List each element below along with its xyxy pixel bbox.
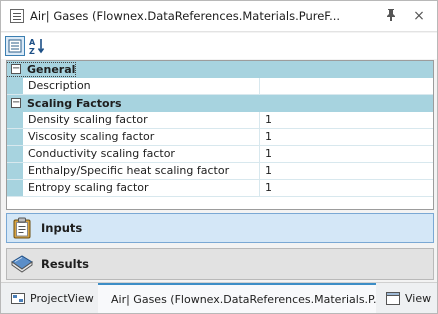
- property-name: Description: [28, 79, 91, 92]
- property-name: Entropy scaling factor: [28, 181, 149, 194]
- category-label: Scaling Factors: [27, 97, 122, 110]
- results-label: Results: [41, 257, 89, 271]
- tab-label: ProjectView: [30, 291, 94, 305]
- tab-label: Air| Gases (Flownex.DataReferences.Mater…: [111, 292, 376, 306]
- property-value[interactable]: 1: [259, 180, 433, 196]
- property-value[interactable]: 1: [259, 163, 433, 179]
- category-row-general[interactable]: − General: [7, 61, 433, 78]
- document-tab-strip: ProjectView Air| Gases (Flownex.DataRefe…: [1, 282, 437, 313]
- grid-toolbar: A Z: [1, 33, 437, 59]
- property-row-description[interactable]: Description: [7, 78, 433, 95]
- svg-text:A: A: [29, 38, 36, 47]
- property-name: Density scaling factor: [28, 113, 148, 126]
- property-name: Viscosity scaling factor: [28, 130, 155, 143]
- sort-alphabetical-icon: A Z: [29, 38, 45, 55]
- category-row-scaling-factors[interactable]: − Scaling Factors: [7, 95, 433, 112]
- property-value[interactable]: [259, 78, 433, 94]
- window-icon: [10, 9, 24, 23]
- tab-project-view[interactable]: ProjectView: [11, 283, 94, 313]
- svg-text:Z: Z: [29, 47, 35, 55]
- tab-label: View: [405, 291, 432, 305]
- property-row-density-scaling-factor[interactable]: Density scaling factor 1: [7, 112, 433, 129]
- clipboard-icon: [11, 217, 33, 239]
- collapse-icon[interactable]: −: [11, 64, 21, 74]
- property-row-viscosity-scaling-factor[interactable]: Viscosity scaling factor 1: [7, 129, 433, 146]
- inputs-panel-header[interactable]: Inputs: [6, 213, 434, 243]
- pin-icon[interactable]: [384, 9, 398, 23]
- view-icon: [386, 291, 400, 305]
- collapse-icon[interactable]: −: [11, 98, 21, 108]
- property-row-enthalpy-scaling-factor[interactable]: Enthalpy/Specific heat scaling factor 1: [7, 163, 433, 180]
- property-value[interactable]: 1: [259, 112, 433, 128]
- book-icon: [11, 253, 33, 275]
- title-bar[interactable]: Air| Gases (Flownex.DataReferences.Mater…: [1, 1, 437, 32]
- property-row-conductivity-scaling-factor[interactable]: Conductivity scaling factor 1: [7, 146, 433, 163]
- project-view-icon: [11, 292, 25, 304]
- property-value[interactable]: 1: [259, 146, 433, 162]
- inputs-label: Inputs: [41, 221, 83, 235]
- categorized-view-icon: [8, 39, 22, 53]
- property-name: Enthalpy/Specific heat scaling factor: [28, 164, 230, 177]
- window-title: Air| Gases (Flownex.DataReferences.Mater…: [30, 9, 341, 23]
- tab-view[interactable]: View: [386, 283, 431, 313]
- sort-alphabetical-button[interactable]: A Z: [28, 36, 48, 56]
- properties-window: Air| Gases (Flownex.DataReferences.Mater…: [0, 0, 438, 314]
- property-grid: − General Description − Scaling Factors …: [6, 60, 434, 210]
- close-icon[interactable]: ×: [412, 9, 426, 23]
- property-name: Conductivity scaling factor: [28, 147, 175, 160]
- results-panel-header[interactable]: Results: [6, 248, 434, 280]
- property-row-entropy-scaling-factor[interactable]: Entropy scaling factor 1: [7, 180, 433, 197]
- property-value[interactable]: 1: [259, 129, 433, 145]
- categorized-view-button[interactable]: [5, 36, 25, 56]
- tab-air-gases[interactable]: Air| Gases (Flownex.DataReferences.Mater…: [98, 283, 376, 313]
